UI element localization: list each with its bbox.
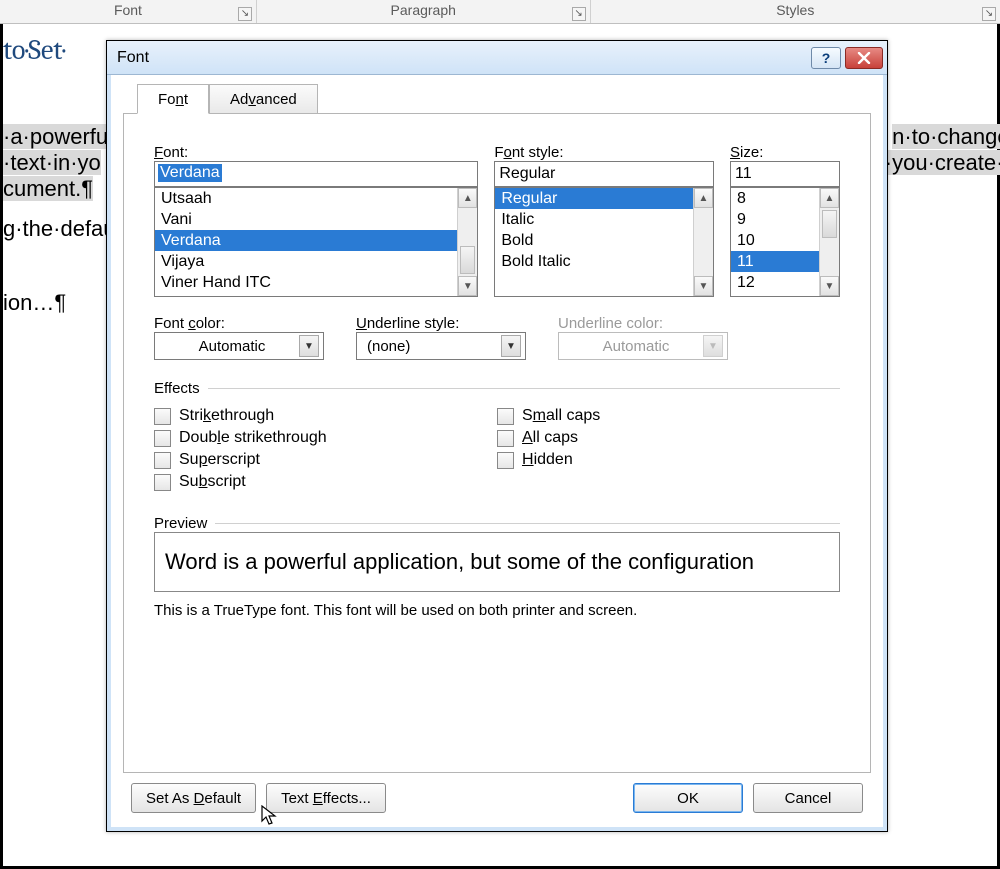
dialog-launcher-icon[interactable]: ↘	[572, 7, 586, 21]
tab-font[interactable]: Font	[137, 84, 209, 114]
all-caps-checkbox[interactable]: All caps	[497, 429, 840, 447]
text-effects-button[interactable]: Text Effects...	[266, 783, 386, 813]
dialog-body: Font Advanced Font: Verdana UtsaahVaniVe…	[107, 75, 887, 831]
list-item[interactable]: 9	[731, 209, 819, 230]
chevron-down-icon: ▼	[299, 335, 319, 357]
ribbon-group-paragraph: Paragraph ↘	[257, 0, 591, 23]
list-item[interactable]: 10	[731, 230, 819, 251]
list-item[interactable]: Bold Italic	[495, 251, 693, 272]
underline-style-value: (none)	[367, 338, 501, 355]
checkbox-icon	[154, 408, 171, 425]
close-button[interactable]	[845, 47, 883, 69]
scroll-up-icon[interactable]: ▲	[694, 188, 713, 208]
dialog-button-row: Set As Default Text Effects... OK Cancel	[123, 773, 871, 817]
font-listbox[interactable]: UtsaahVaniVerdanaVijayaViner Hand ITC ▲ …	[154, 187, 478, 297]
checkbox-icon	[154, 452, 171, 469]
close-icon	[857, 52, 871, 64]
font-size-input[interactable]	[730, 161, 840, 187]
checkbox-icon	[497, 408, 514, 425]
list-item[interactable]: Italic	[495, 209, 693, 230]
preview-group: Preview Word is a powerful application, …	[154, 515, 840, 619]
ribbon-group-font: Font ↘	[0, 0, 257, 23]
list-item[interactable]: 12	[731, 272, 819, 293]
list-item[interactable]: 8	[731, 188, 819, 209]
ok-button[interactable]: OK	[633, 783, 743, 813]
font-style-listbox[interactable]: RegularItalicBoldBold Italic ▲ ▼	[494, 187, 714, 297]
list-item[interactable]: 11	[731, 251, 819, 272]
list-item[interactable]: Vijaya	[155, 251, 457, 272]
font-size-listbox[interactable]: 89101112 ▲ ▼	[730, 187, 840, 297]
checkbox-icon	[497, 430, 514, 447]
font-name-input[interactable]	[154, 161, 478, 187]
titlebar[interactable]: Font ?	[107, 41, 887, 75]
scrollbar[interactable]: ▲ ▼	[693, 188, 713, 296]
list-item[interactable]: Utsaah	[155, 188, 457, 209]
cancel-button[interactable]: Cancel	[753, 783, 863, 813]
scroll-thumb[interactable]	[822, 210, 837, 238]
ribbon-group-label: Paragraph	[391, 2, 456, 18]
checkbox-icon	[154, 474, 171, 491]
scroll-down-icon[interactable]: ▼	[694, 276, 713, 296]
list-item[interactable]: Regular	[495, 188, 693, 209]
tab-advanced[interactable]: Advanced	[209, 84, 318, 114]
help-button[interactable]: ?	[811, 47, 841, 69]
small-caps-checkbox[interactable]: Small caps	[497, 407, 840, 425]
dialog-launcher-icon[interactable]: ↘	[982, 7, 996, 21]
chevron-down-icon: ▼	[501, 335, 521, 357]
dialog-title: Font	[117, 49, 149, 67]
double-strikethrough-checkbox[interactable]: Double strikethrough	[154, 429, 497, 447]
list-item[interactable]: Vani	[155, 209, 457, 230]
tab-strip: Font Advanced	[123, 83, 871, 113]
effects-group: Effects Strikethrough Double strikethrou…	[154, 380, 840, 495]
scrollbar[interactable]: ▲ ▼	[457, 188, 477, 296]
ribbon-group-label: Styles	[776, 2, 814, 18]
list-item[interactable]: Verdana	[155, 230, 457, 251]
checkbox-icon	[497, 452, 514, 469]
checkbox-icon	[154, 430, 171, 447]
scrollbar[interactable]: ▲ ▼	[819, 188, 839, 296]
scroll-down-icon[interactable]: ▼	[458, 276, 477, 296]
effects-label: Effects	[154, 380, 208, 397]
superscript-checkbox[interactable]: Superscript	[154, 451, 497, 469]
scroll-up-icon[interactable]: ▲	[458, 188, 477, 208]
strikethrough-checkbox[interactable]: Strikethrough	[154, 407, 497, 425]
tab-panel-font: Font: Verdana UtsaahVaniVerdanaVijayaVin…	[123, 113, 871, 773]
font-dialog: Font ? Font Advanced Font: Verdana	[106, 40, 888, 832]
set-as-default-button[interactable]: Set As Default	[131, 783, 256, 813]
font-color-value: Automatic	[165, 338, 299, 355]
preview-box: Word is a powerful application, but some…	[154, 532, 840, 592]
ribbon-group-label: Font	[114, 2, 142, 18]
list-item[interactable]: Bold	[495, 230, 693, 251]
ribbon: Font ↘ Paragraph ↘ Styles ↘	[0, 0, 1000, 24]
hidden-checkbox[interactable]: Hidden	[497, 451, 840, 469]
help-icon: ?	[822, 50, 831, 66]
chevron-down-icon: ▼	[703, 335, 723, 357]
underline-color-value: Automatic	[569, 338, 703, 355]
preview-label: Preview	[154, 515, 215, 532]
underline-style-dropdown[interactable]: (none) ▼	[356, 332, 526, 360]
font-style-input[interactable]	[494, 161, 714, 187]
subscript-checkbox[interactable]: Subscript	[154, 473, 497, 491]
dialog-launcher-icon[interactable]: ↘	[238, 7, 252, 21]
scroll-up-icon[interactable]: ▲	[820, 188, 839, 208]
truetype-note: This is a TrueType font. This font will …	[154, 602, 840, 619]
list-item[interactable]: Viner Hand ITC	[155, 272, 457, 293]
scroll-down-icon[interactable]: ▼	[820, 276, 839, 296]
ribbon-group-styles: Styles ↘	[591, 0, 1000, 23]
font-color-dropdown[interactable]: Automatic ▼	[154, 332, 324, 360]
scroll-thumb[interactable]	[460, 246, 475, 274]
underline-color-dropdown: Automatic ▼	[558, 332, 728, 360]
